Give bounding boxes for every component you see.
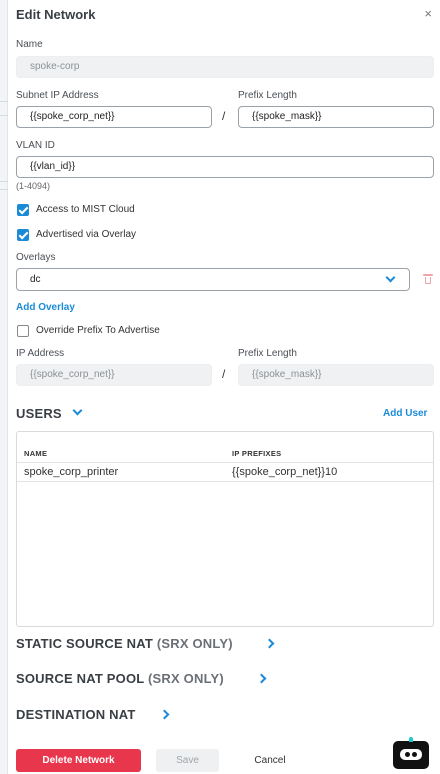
column-header-name: NAME bbox=[24, 449, 48, 458]
subnet-separator: / bbox=[222, 109, 226, 123]
prefix-length-input[interactable]: {{spoke_mask}} bbox=[238, 106, 434, 128]
advertise-separator: / bbox=[222, 367, 226, 381]
override-prefix-label: Override Prefix To Advertise bbox=[36, 325, 160, 336]
users-table: NAME IP PREFIXES spoke_corp_printer {{sp… bbox=[16, 431, 434, 627]
trash-icon[interactable] bbox=[423, 274, 433, 284]
access-mist-checkbox[interactable] bbox=[17, 204, 29, 216]
delete-network-button[interactable]: Delete Network bbox=[16, 749, 141, 772]
name-field: spoke-corp bbox=[16, 56, 434, 78]
vlan-id-input[interactable]: {{vlan_id}} bbox=[16, 156, 434, 178]
vlan-label: VLAN ID bbox=[16, 140, 55, 151]
destination-nat-heading[interactable]: DESTINATION NAT bbox=[16, 707, 136, 722]
static-source-nat-heading[interactable]: STATIC SOURCE NAT (SRX ONLY) bbox=[16, 636, 233, 651]
advertised-overlay-checkbox[interactable] bbox=[17, 229, 29, 241]
add-user-link[interactable]: Add User bbox=[383, 408, 427, 419]
users-heading[interactable]: USERS bbox=[16, 406, 62, 421]
subnet-label: Subnet IP Address bbox=[16, 90, 99, 101]
user-name-cell: spoke_corp_printer bbox=[24, 466, 119, 478]
edit-network-dialog: Edit Network × Name spoke-corp Subnet IP… bbox=[8, 0, 440, 774]
subnet-ip-input[interactable]: {{spoke_corp_net}} bbox=[16, 106, 212, 128]
add-overlay-link[interactable]: Add Overlay bbox=[16, 302, 75, 313]
advertise-ip-input: {{spoke_corp_net}} bbox=[16, 364, 212, 386]
override-prefix-checkbox[interactable] bbox=[17, 325, 29, 337]
advertise-prefix-label: Prefix Length bbox=[238, 348, 297, 359]
cancel-button[interactable]: Cancel bbox=[234, 749, 306, 772]
close-icon[interactable]: × bbox=[424, 6, 432, 21]
chevron-right-icon[interactable] bbox=[256, 673, 267, 684]
overlays-label: Overlays bbox=[16, 252, 56, 263]
save-button[interactable]: Save bbox=[156, 749, 219, 772]
chevron-right-icon[interactable] bbox=[264, 638, 275, 649]
overlay-select[interactable]: dc bbox=[16, 268, 410, 291]
user-prefix-cell: {{spoke_corp_net}}10 bbox=[232, 466, 338, 478]
overlay-selected-value: dc bbox=[30, 274, 41, 285]
table-row[interactable]: spoke_corp_printer {{spoke_corp_net}}10 bbox=[17, 462, 433, 482]
vlan-range-hint: (1-4094) bbox=[16, 181, 51, 191]
advertised-overlay-label: Advertised via Overlay bbox=[36, 229, 137, 240]
background-page-strip bbox=[0, 0, 8, 774]
dialog-title: Edit Network bbox=[16, 7, 96, 22]
advertise-prefix-input: {{spoke_mask}} bbox=[238, 364, 434, 386]
advertise-ip-label: IP Address bbox=[16, 348, 65, 359]
prefix-length-label: Prefix Length bbox=[238, 90, 297, 101]
chatbot-icon[interactable] bbox=[393, 737, 429, 769]
name-label: Name bbox=[16, 39, 43, 50]
access-mist-label: Access to MIST Cloud bbox=[36, 204, 135, 215]
chevron-down-icon[interactable] bbox=[72, 405, 83, 416]
chevron-right-icon[interactable] bbox=[159, 709, 170, 720]
source-nat-pool-heading[interactable]: SOURCE NAT POOL (SRX ONLY) bbox=[16, 671, 224, 686]
column-header-ip-prefixes: IP PREFIXES bbox=[232, 449, 282, 458]
